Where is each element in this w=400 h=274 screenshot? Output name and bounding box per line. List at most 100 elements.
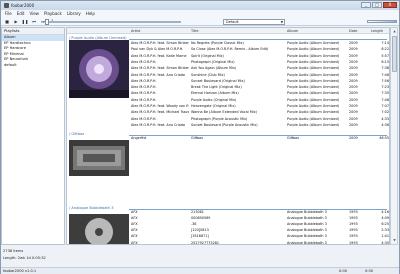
track-artist[interactable]: Alex M.O.R.P.H. feat. Katie Marne [131,54,189,58]
track-date[interactable]: 2009 [349,47,369,51]
track-title[interactable]: So Close (Alex M.O.R.P.H. Remix - Album … [191,47,285,51]
track-title[interactable]: Sunset Boulevard (Original Mix) [191,79,285,83]
track-album[interactable]: Analogue Bubblebath 3 [287,241,347,245]
track-date[interactable]: 1993 [349,216,369,220]
track-length[interactable]: 7:38 [371,66,389,70]
track-artist[interactable]: Alex M.O.R.P.H. [131,60,189,64]
menu-help[interactable]: Help [86,11,95,16]
track-length[interactable]: 7:14 [371,41,389,45]
track-artist[interactable]: Angerfist [131,136,189,140]
column-title[interactable]: Title [191,28,199,34]
track-length[interactable]: 7:46 [371,73,389,77]
track-title[interactable]: Heavengate (Original Mix) [191,104,285,108]
track-title[interactable]: 000890569 [191,216,285,220]
track-artist[interactable]: Alex M.O.R.P.H. [131,117,189,121]
track-album[interactable]: Analogue Bubblebath 3 [287,210,347,214]
track-title[interactable]: Spirit (Original Mix) [191,54,285,58]
previous-icon[interactable]: ⏮ [31,18,37,24]
track-title[interactable]: No Regrets (Purple Classic Mix) [191,41,285,45]
track-artist[interactable]: AFX [131,228,189,232]
track-date[interactable]: 2009 [349,79,369,83]
track-date[interactable]: 2009 [349,60,369,64]
scroll-down-icon[interactable]: ▼ [392,238,397,243]
track-date[interactable]: 1993 [349,234,369,238]
track-length[interactable]: 7:07 [371,104,389,108]
track-length[interactable]: 4:36 [371,123,389,127]
track-date[interactable]: 2009 [349,123,369,127]
track-length[interactable]: 46:55 [371,136,389,140]
track-album[interactable]: Purple Audio (Album Unmixed) [287,54,347,58]
track-title[interactable]: [120]0813 [191,228,285,232]
track-title[interactable]: Photograph (Purple Acoustic Mix) [191,117,285,121]
play-icon[interactable]: ▶ [13,18,19,24]
menu-view[interactable]: View [29,11,39,16]
track-date[interactable]: 1993 [349,222,369,226]
track-album[interactable]: Purple Audio (Album Unmixed) [287,123,347,127]
track-artist[interactable]: AFX [131,216,189,220]
track-album[interactable]: Analogue Bubblebath 3 [287,222,347,226]
column-date[interactable]: Date [349,28,357,34]
column-artist[interactable]: Artist [131,28,140,34]
track-album[interactable]: Giftbox [287,136,347,140]
track-length[interactable]: 7:23 [371,85,389,89]
track-artist[interactable]: AFX [131,210,189,214]
dsp-preset-select[interactable]: Default ▼ [223,19,285,25]
track-artist[interactable]: Alex M.O.R.P.H. feat. Michael Tsavorsky [131,110,189,114]
maximize-button[interactable]: □ [372,2,382,8]
track-artist[interactable]: AFX [131,234,189,238]
track-album[interactable]: Purple Audio (Album Unmixed) [287,91,347,95]
track-artist[interactable]: Paul van Dyk & Alex M.O.R.P.H. [131,47,189,51]
scroll-up-icon[interactable]: ▲ [392,29,397,34]
track-title[interactable]: Photograph (Original Mix) [191,60,285,64]
track-album[interactable]: Purple Audio (Album Unmixed) [287,79,347,83]
track-date[interactable]: 2009 [349,98,369,102]
track-title[interactable]: Sunset Boulevard (Purple Acoustic Mix) [191,123,285,127]
track-artist[interactable]: Alex M.O.R.P.H. [131,85,189,89]
menu-library[interactable]: Library [67,11,81,16]
track-artist[interactable]: Alex M.O.R.P.H. [131,91,189,95]
track-title[interactable]: 213061 [191,210,285,214]
track-artist[interactable]: Alex M.O.R.P.H. feat. Ana Criado [131,73,189,77]
track-length[interactable]: 7:35 [371,91,389,95]
track-album[interactable]: Purple Audio (Album Unmixed) [287,47,347,51]
track-title[interactable]: Ask You Again (Album Mix) [191,66,285,70]
track-length[interactable]: 7:46 [371,98,389,102]
track-length[interactable]: 1:41 [371,234,389,238]
track-title[interactable]: .38 [191,222,285,226]
track-album[interactable]: Analogue Bubblebath 3 [287,228,347,232]
track-length[interactable]: 7:02 [371,110,389,114]
track-date[interactable]: 2009 [349,104,369,108]
track-length[interactable]: 6:15 [371,60,389,64]
track-artist[interactable]: Alex M.O.R.P.H. feat. Woody van Eyden [131,104,189,108]
track-length[interactable]: 7:56 [371,79,389,83]
track-album[interactable]: Purple Audio (Album Unmixed) [287,85,347,89]
track-date[interactable]: 2009 [349,66,369,70]
menu-playback[interactable]: Playback [44,11,62,16]
track-title[interactable]: [3516871] [191,234,285,238]
track-album[interactable]: Purple Audio (Album Unmixed) [287,110,347,114]
track-date[interactable]: 1993 [349,228,369,232]
track-artist[interactable]: Alex M.O.R.P.H. feat. Simon Binkenborn [131,66,189,70]
close-button[interactable]: X [383,2,397,8]
scroll-thumb[interactable] [392,36,397,72]
track-title[interactable]: Purple Audio (Original Mix) [191,98,285,102]
menu-file[interactable]: File [5,11,12,16]
pause-icon[interactable]: ❚❚ [22,18,29,24]
menu-edit[interactable]: Edit [17,11,25,16]
track-artist[interactable]: Alex M.O.R.P.H. [131,79,189,83]
track-date[interactable]: 2009 [349,73,369,77]
track-title[interactable]: 2527927773281 [191,241,285,245]
track-title[interactable]: Giftbox [191,136,285,140]
track-title[interactable]: Wanna Be (Album Extended Vocal Mix) [191,110,285,114]
seek-handle[interactable] [45,19,49,25]
track-album[interactable]: Purple Audio (Album Unmixed) [287,117,347,121]
track-album[interactable]: Analogue Bubblebath 3 [287,234,347,238]
track-title[interactable]: Break The Light (Original Mix) [191,85,285,89]
track-album[interactable]: Analogue Bubblebath 3 [287,216,347,220]
track-length[interactable]: 5:57 [371,54,389,58]
volume-slider[interactable] [367,20,397,23]
track-title[interactable]: Eternal Horizon (Album Mix) [191,91,285,95]
track-date[interactable]: 2009 [349,136,369,140]
track-artist[interactable]: Alex M.O.R.P.H. [131,98,189,102]
column-album[interactable]: Album [287,28,298,34]
